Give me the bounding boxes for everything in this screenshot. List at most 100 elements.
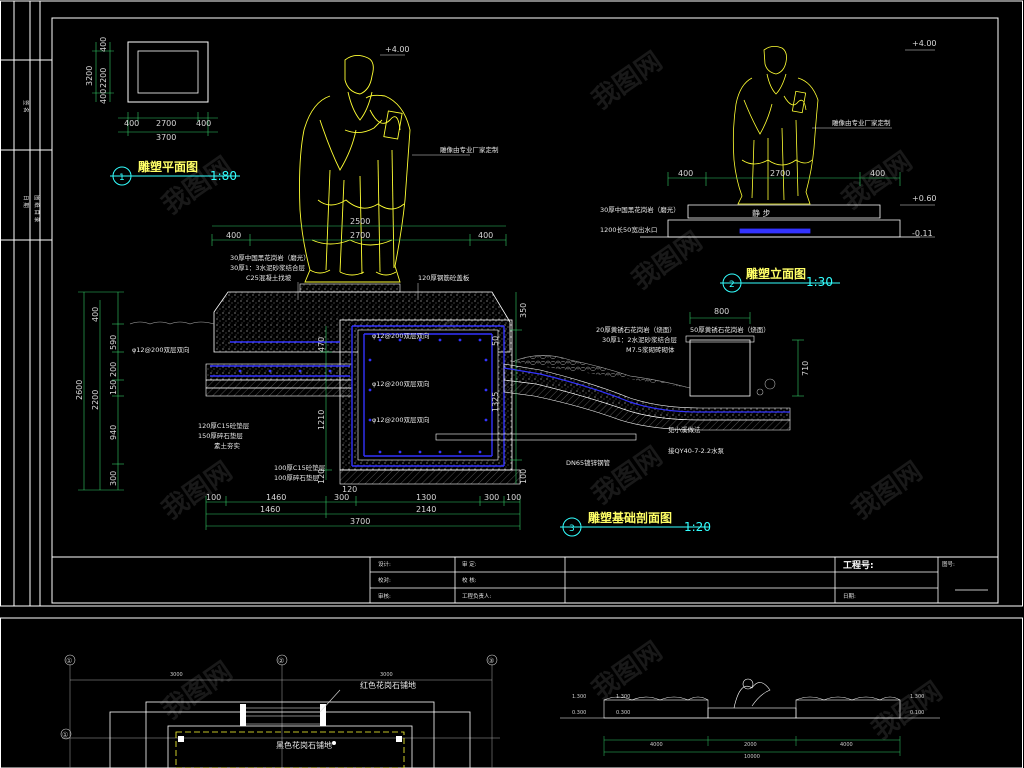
section-dim-v: 120	[317, 469, 326, 484]
plan-dim: 2200	[99, 68, 108, 88]
elev-label-right: 0.100	[910, 710, 924, 716]
section-dim-box-width: 800	[714, 307, 729, 316]
tb-sheet-no: 图号:	[942, 560, 955, 568]
elev-top-right: +4.00	[912, 39, 937, 48]
section-dim-v: 2200	[91, 390, 100, 410]
plan-scale: 1:80	[210, 169, 237, 183]
grid-mark: ①	[66, 657, 72, 665]
section-dim-v: 590	[109, 335, 118, 350]
section-dim-h: 300	[334, 493, 349, 502]
title-block-text: 设计: 审 定: 校对: 校 核: 审核: 工程负责人: 工程号: 日期: 图号…	[378, 559, 955, 600]
tb-project-no: 工程号:	[843, 559, 874, 571]
elev-label: 1.300	[572, 694, 586, 700]
section-dim-v: 1325	[491, 392, 500, 412]
side-label-contents: 图 纸 目 录	[33, 195, 41, 223]
elev-dim: 2000	[744, 742, 757, 748]
rebar-note: φ12@200双层双向	[372, 331, 429, 340]
elev-mid-right: +0.60	[912, 194, 937, 203]
section-dim-h: 1460	[266, 493, 286, 502]
section-dim-v: 50	[491, 336, 500, 346]
section-note-bottom-mid: 100厚碎石垫层	[274, 473, 319, 482]
section-note-bottom-left: 素土夯实	[214, 441, 241, 450]
paving-note-black: 黑色花岗石铺地	[276, 740, 332, 750]
rebar-note: φ12@200双层双向	[372, 415, 429, 424]
tb-designer: 设计:	[378, 560, 391, 568]
section-note-drain: 见小溪做法	[668, 425, 701, 434]
tb-approve: 审 定:	[462, 560, 477, 568]
watermark-text: 我图网	[867, 676, 948, 745]
elev-dim: 4000	[650, 742, 663, 748]
tb-lead: 工程负责人:	[462, 592, 492, 600]
plan-dim: 400	[196, 119, 211, 128]
plan-dim: 2700	[156, 119, 176, 128]
statue-figure-right	[732, 46, 819, 205]
section-title: 雕塑基础剖面图	[588, 510, 672, 525]
statue-note-left: 雕像由专业厂家定制	[440, 145, 499, 154]
section-note-pipe: DN65镀锌钢管	[566, 458, 611, 467]
plan-dim: 3200	[85, 66, 94, 86]
section-dim-h: 300	[484, 493, 499, 502]
section-dim-h: 120	[342, 485, 357, 494]
plan-dim: 3700	[156, 133, 176, 142]
section-dim-h: 100	[506, 493, 521, 502]
base-note-granite: 30厚中国黑花岗岩（磨光）	[600, 205, 680, 214]
tb-proof: 校对:	[378, 576, 391, 584]
section-note-left: 30厚1：3水泥砂浆结合层	[230, 263, 306, 272]
elev-low-right: -0.11	[912, 229, 933, 238]
section-dim-box-height: 710	[801, 361, 810, 376]
elev-top-left: +4.00	[385, 45, 410, 54]
tb-review: 审核:	[378, 592, 391, 600]
paving-note-red: 红色花岗石铺地	[360, 680, 416, 690]
grid-dim: 3000	[170, 672, 183, 678]
section-dim-h: 1300	[416, 493, 436, 502]
elev-dim: 4000	[840, 742, 853, 748]
watermark-text: 我图网	[157, 456, 238, 525]
section-dim-v: 200	[109, 362, 118, 377]
section-dim-h: 3700	[350, 517, 370, 526]
section-scale: 1:20	[684, 520, 711, 534]
elev-right-dim: 400	[870, 169, 885, 178]
elev-right-dim: 2700	[770, 169, 790, 178]
grid-mark: ①	[62, 731, 68, 739]
section-dim-v: 150	[109, 380, 118, 395]
statue-note-right: 雕像由专业厂家定制	[832, 118, 891, 127]
section-dim-v: 2600	[75, 380, 84, 400]
section-note-right: 20厚黄锈石花岗岩（烧面）	[596, 325, 676, 334]
elevation-title: 雕塑立面图	[746, 266, 806, 281]
side-label-signature: 签 名	[22, 100, 30, 113]
section-note-box: 50厚黄锈石花岗岩（烧面）	[690, 325, 770, 334]
section-dim-v: 100	[519, 469, 528, 484]
section-dim-v: 400	[91, 307, 100, 322]
grid-mark: ②	[278, 657, 284, 665]
statue-figure-left	[299, 55, 411, 283]
plinth-inscription: 静 步	[752, 208, 771, 218]
elev-label-right: 1.300	[910, 694, 924, 700]
plan-title: 雕塑平面图	[138, 159, 198, 174]
elev-label: 0.300	[572, 710, 586, 716]
grid-dim: 3000	[380, 672, 393, 678]
section-note-pump: 接QY40-7-2.2水泵	[668, 446, 725, 455]
section-dim-h: 2140	[416, 505, 436, 514]
section-dim-h: 100	[206, 493, 221, 502]
watermark-text: 我图网	[847, 456, 928, 525]
elevation-left-annotations: +4.00 雕像由专业厂家定制 400 2500 2700 400	[211, 45, 507, 246]
cad-drawing-canvas: 我图网 我图网 我图网 我图网 我图网 我图网 我图网 我图网 我图网 我图网 …	[0, 0, 1023, 768]
section-note-slab: 120厚钢筋砼盖板	[418, 273, 470, 282]
elev-left-dim: 400	[478, 231, 493, 240]
elev-left-dim: 2700	[350, 231, 370, 240]
elev-total: 10000	[744, 754, 760, 760]
section-note-left: 30厚中国黑花岗岩（磨光）	[230, 253, 310, 262]
section-dim-v: 1210	[317, 410, 326, 430]
section-note-right: 30厚1：2水泥砂浆结合层	[602, 335, 678, 344]
plan-dim: 400	[99, 37, 108, 52]
callout-number: 1	[119, 173, 125, 183]
elevation-scale: 1:30	[806, 275, 833, 289]
elev-label: 0.300	[616, 710, 630, 716]
plan-dim: 400	[124, 119, 139, 128]
lower-sheet: ① ② ③ ① 3000 3000 红色花岗石铺地 黑色花岗石铺地 1.300 …	[0, 617, 1023, 768]
section-note-left: C25混凝土找坡	[246, 273, 292, 282]
side-label-date: 日 期	[22, 195, 29, 208]
watermark-text: 我图网	[157, 656, 238, 725]
grid-mark: ③	[488, 657, 494, 665]
plan-dim: 400	[99, 89, 108, 104]
